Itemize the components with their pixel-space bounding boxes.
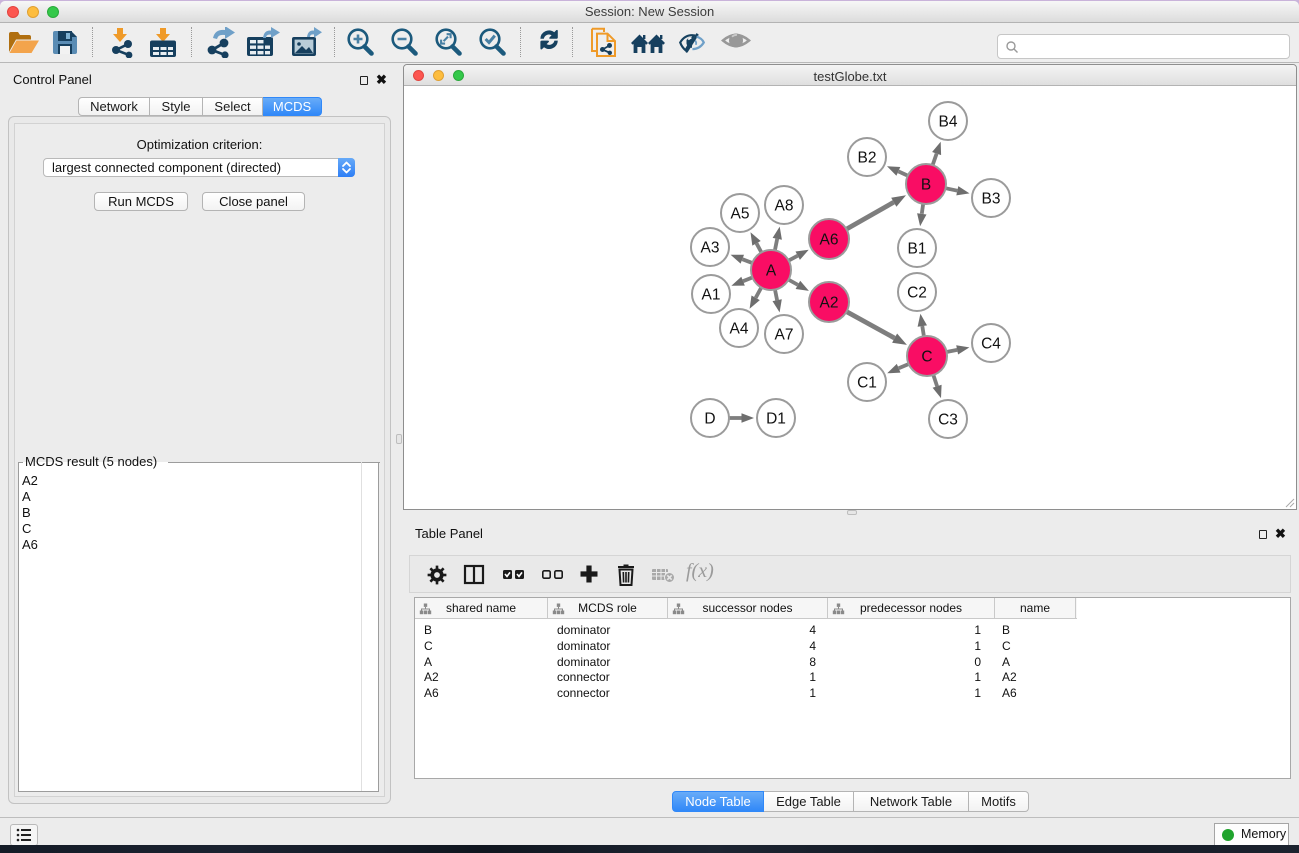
- svg-text:C3: C3: [938, 412, 958, 429]
- svg-text:A7: A7: [775, 327, 794, 344]
- svg-text:B2: B2: [858, 150, 877, 167]
- svg-text:A2: A2: [820, 295, 839, 312]
- svg-text:B3: B3: [982, 191, 1001, 208]
- svg-text:A5: A5: [731, 206, 750, 223]
- svg-text:A1: A1: [702, 287, 721, 304]
- svg-text:A8: A8: [775, 198, 794, 215]
- svg-text:C2: C2: [907, 285, 927, 302]
- svg-text:A3: A3: [701, 240, 720, 257]
- svg-text:A: A: [766, 263, 777, 280]
- svg-text:B: B: [921, 177, 931, 194]
- svg-text:C4: C4: [981, 336, 1001, 353]
- svg-text:D: D: [704, 411, 715, 428]
- svg-text:B1: B1: [908, 241, 927, 258]
- svg-text:A6: A6: [820, 232, 839, 249]
- svg-text:C: C: [921, 349, 932, 366]
- svg-text:D1: D1: [766, 411, 786, 428]
- svg-text:C1: C1: [857, 375, 877, 392]
- svg-text:A4: A4: [730, 321, 749, 338]
- svg-text:B4: B4: [939, 114, 958, 131]
